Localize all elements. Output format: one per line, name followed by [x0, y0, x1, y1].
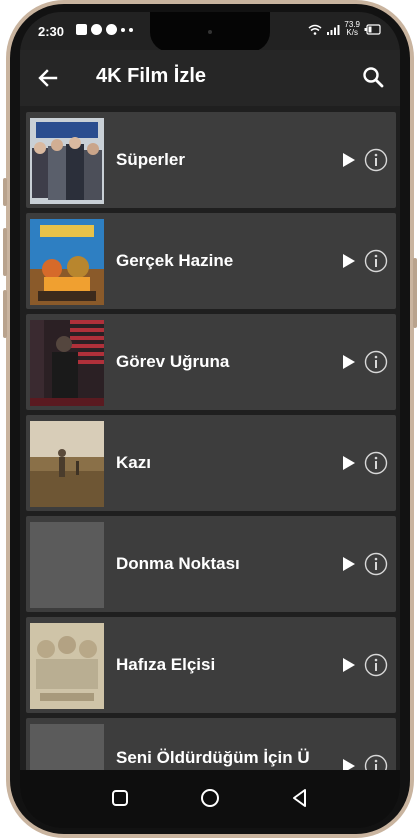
news-icon — [76, 24, 87, 35]
play-icon[interactable] — [342, 455, 356, 471]
power-button — [413, 258, 417, 328]
movie-title: Görev Uğruna — [116, 352, 230, 371]
back-triangle-icon[interactable] — [288, 786, 312, 810]
movie-poster-placeholder — [30, 522, 104, 608]
signal-icon — [327, 24, 340, 35]
movie-poster — [30, 118, 104, 204]
movie-title: Süperler — [116, 150, 185, 169]
movie-list[interactable]: Süperler Gerçek Hazine Görev Uğruna Kazı… — [26, 112, 396, 770]
status-bar: 2:30 73.9 K/s — [20, 12, 400, 52]
movie-poster — [30, 219, 104, 305]
info-icon[interactable] — [364, 653, 388, 677]
page-title: 4K Film İzle — [96, 65, 207, 87]
play-icon[interactable] — [342, 354, 356, 370]
recents-icon[interactable] — [108, 786, 132, 810]
list-item[interactable]: Seni Öldürdüğüm İçin Ü — [26, 718, 396, 770]
info-icon[interactable] — [364, 249, 388, 273]
system-nav-bar — [20, 770, 400, 828]
home-icon[interactable] — [198, 786, 222, 810]
shield-icon — [106, 24, 117, 35]
movie-title: Kazı — [116, 453, 151, 472]
play-icon[interactable] — [342, 758, 356, 770]
search-icon[interactable] — [360, 64, 386, 90]
movie-poster — [30, 421, 104, 507]
movie-title: Seni Öldürdüğüm İçin Ü — [116, 748, 310, 767]
arrow-left-icon[interactable] — [34, 64, 62, 92]
list-item[interactable]: Donma Noktası — [26, 516, 396, 612]
list-item[interactable]: Gerçek Hazine — [26, 213, 396, 309]
system-icons: 73.9 K/s — [308, 21, 382, 37]
play-icon[interactable] — [342, 657, 356, 673]
status-time: 2:30 — [38, 24, 65, 39]
movie-title: Hafıza Elçisi — [116, 655, 216, 674]
network-speed-unit: K/s — [346, 28, 358, 37]
info-icon[interactable] — [364, 552, 388, 576]
volume-up-button — [3, 228, 7, 276]
list-item[interactable]: Süperler — [26, 112, 396, 208]
play-icon[interactable] — [342, 253, 356, 269]
front-camera — [208, 30, 212, 34]
battery-icon — [364, 23, 381, 35]
movie-poster — [30, 320, 104, 406]
app-bar: 4K Film İzle — [20, 50, 400, 106]
info-icon[interactable] — [364, 350, 388, 374]
play-icon[interactable] — [342, 152, 356, 168]
movie-poster-placeholder — [30, 724, 104, 770]
list-item[interactable]: Hafıza Elçisi — [26, 617, 396, 713]
list-item[interactable]: Kazı — [26, 415, 396, 511]
volume-down-button — [3, 290, 7, 338]
camera-notch — [150, 12, 270, 52]
movie-title: Gerçek Hazine — [116, 251, 234, 270]
movie-title: Donma Noktası — [116, 554, 240, 573]
movie-poster — [30, 623, 104, 709]
play-icon[interactable] — [342, 556, 356, 572]
wifi-icon — [308, 24, 322, 35]
notification-icons — [76, 24, 133, 35]
screen: 2:30 73.9 K/s 4K Film İzle Süperler Gerç… — [20, 12, 400, 828]
location-icon — [91, 24, 102, 35]
list-item[interactable]: Görev Uğruna — [26, 314, 396, 410]
network-speed: 73.9 K/s — [344, 21, 360, 37]
more-dot-icon — [121, 27, 125, 32]
more-dot-icon — [129, 27, 133, 32]
info-icon[interactable] — [364, 451, 388, 475]
info-icon[interactable] — [364, 754, 388, 770]
silent-switch — [3, 178, 7, 206]
info-icon[interactable] — [364, 148, 388, 172]
